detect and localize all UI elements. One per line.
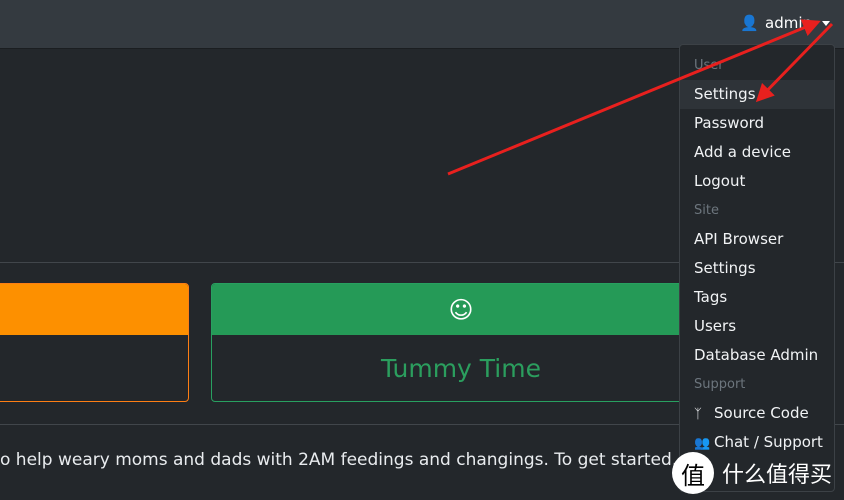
- watermark-logo: 值: [672, 452, 714, 494]
- watermark-text: 什么值得买: [722, 463, 833, 488]
- annotation-arrow: [755, 22, 834, 103]
- annotation-arrows: [447, 19, 834, 176]
- annotation-arrow: [447, 19, 821, 176]
- watermark: 值 什么值得买: [672, 452, 832, 494]
